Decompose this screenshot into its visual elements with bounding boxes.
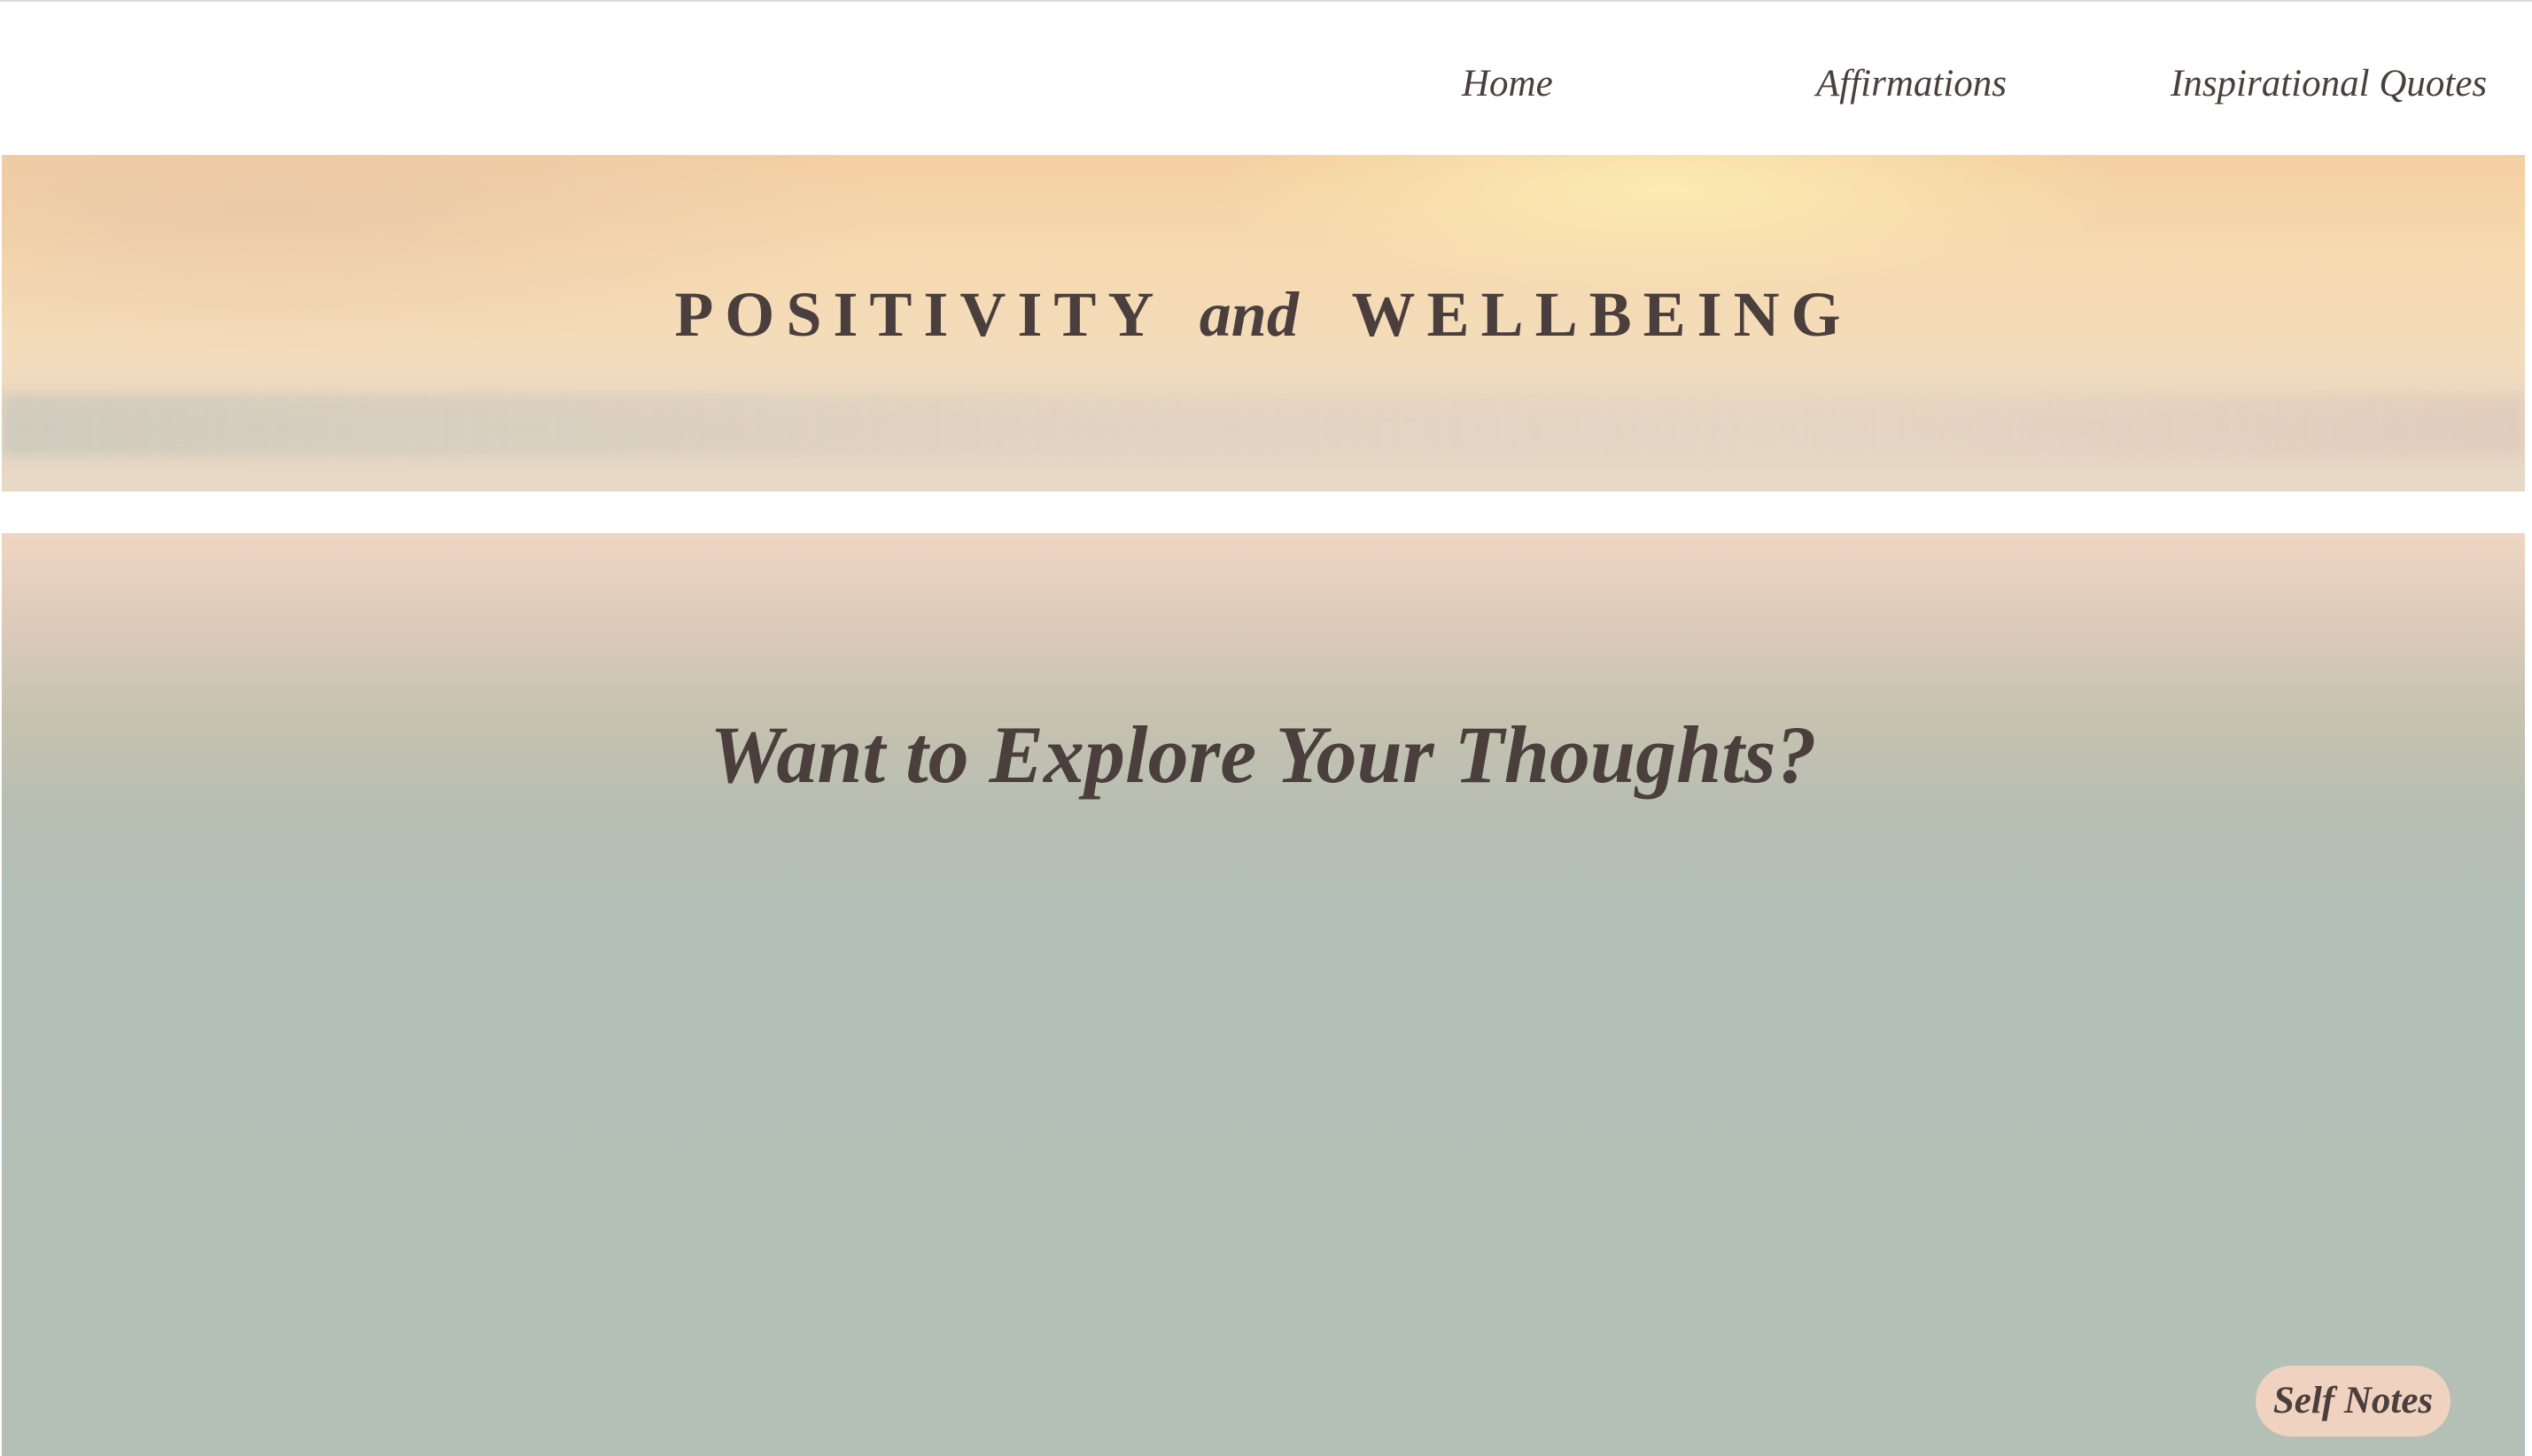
site-title: POSITIVITY and WELLBEING [2,275,2525,354]
edge-divider [2525,533,2532,923]
nav-inspirational-quotes-link[interactable]: Inspirational Quotes [2171,53,2487,115]
main-nav: Home Affirmations Inspirational Quotes [0,53,2532,115]
site-title-and: and [1199,279,1299,350]
site-title-positivity: POSITIVITY [674,279,1163,350]
hero-banner: POSITIVITY and WELLBEING [2,155,2525,492]
section-heading: Want to Explore Your Thoughts? [710,709,1817,800]
explore-section: Want to Explore Your Thoughts? [2,533,2525,1456]
top-divider [0,0,2532,2]
site-title-wellbeing: WELLBEING [1351,279,1852,350]
self-notes-button[interactable]: Self Notes [2256,1366,2450,1437]
nav-home-link[interactable]: Home [1462,53,1553,115]
nav-affirmations-link[interactable]: Affirmations [1816,53,2007,115]
page: Home Affirmations Inspirational Quotes P… [0,0,2532,1456]
sunset-background-image [2,394,2525,456]
